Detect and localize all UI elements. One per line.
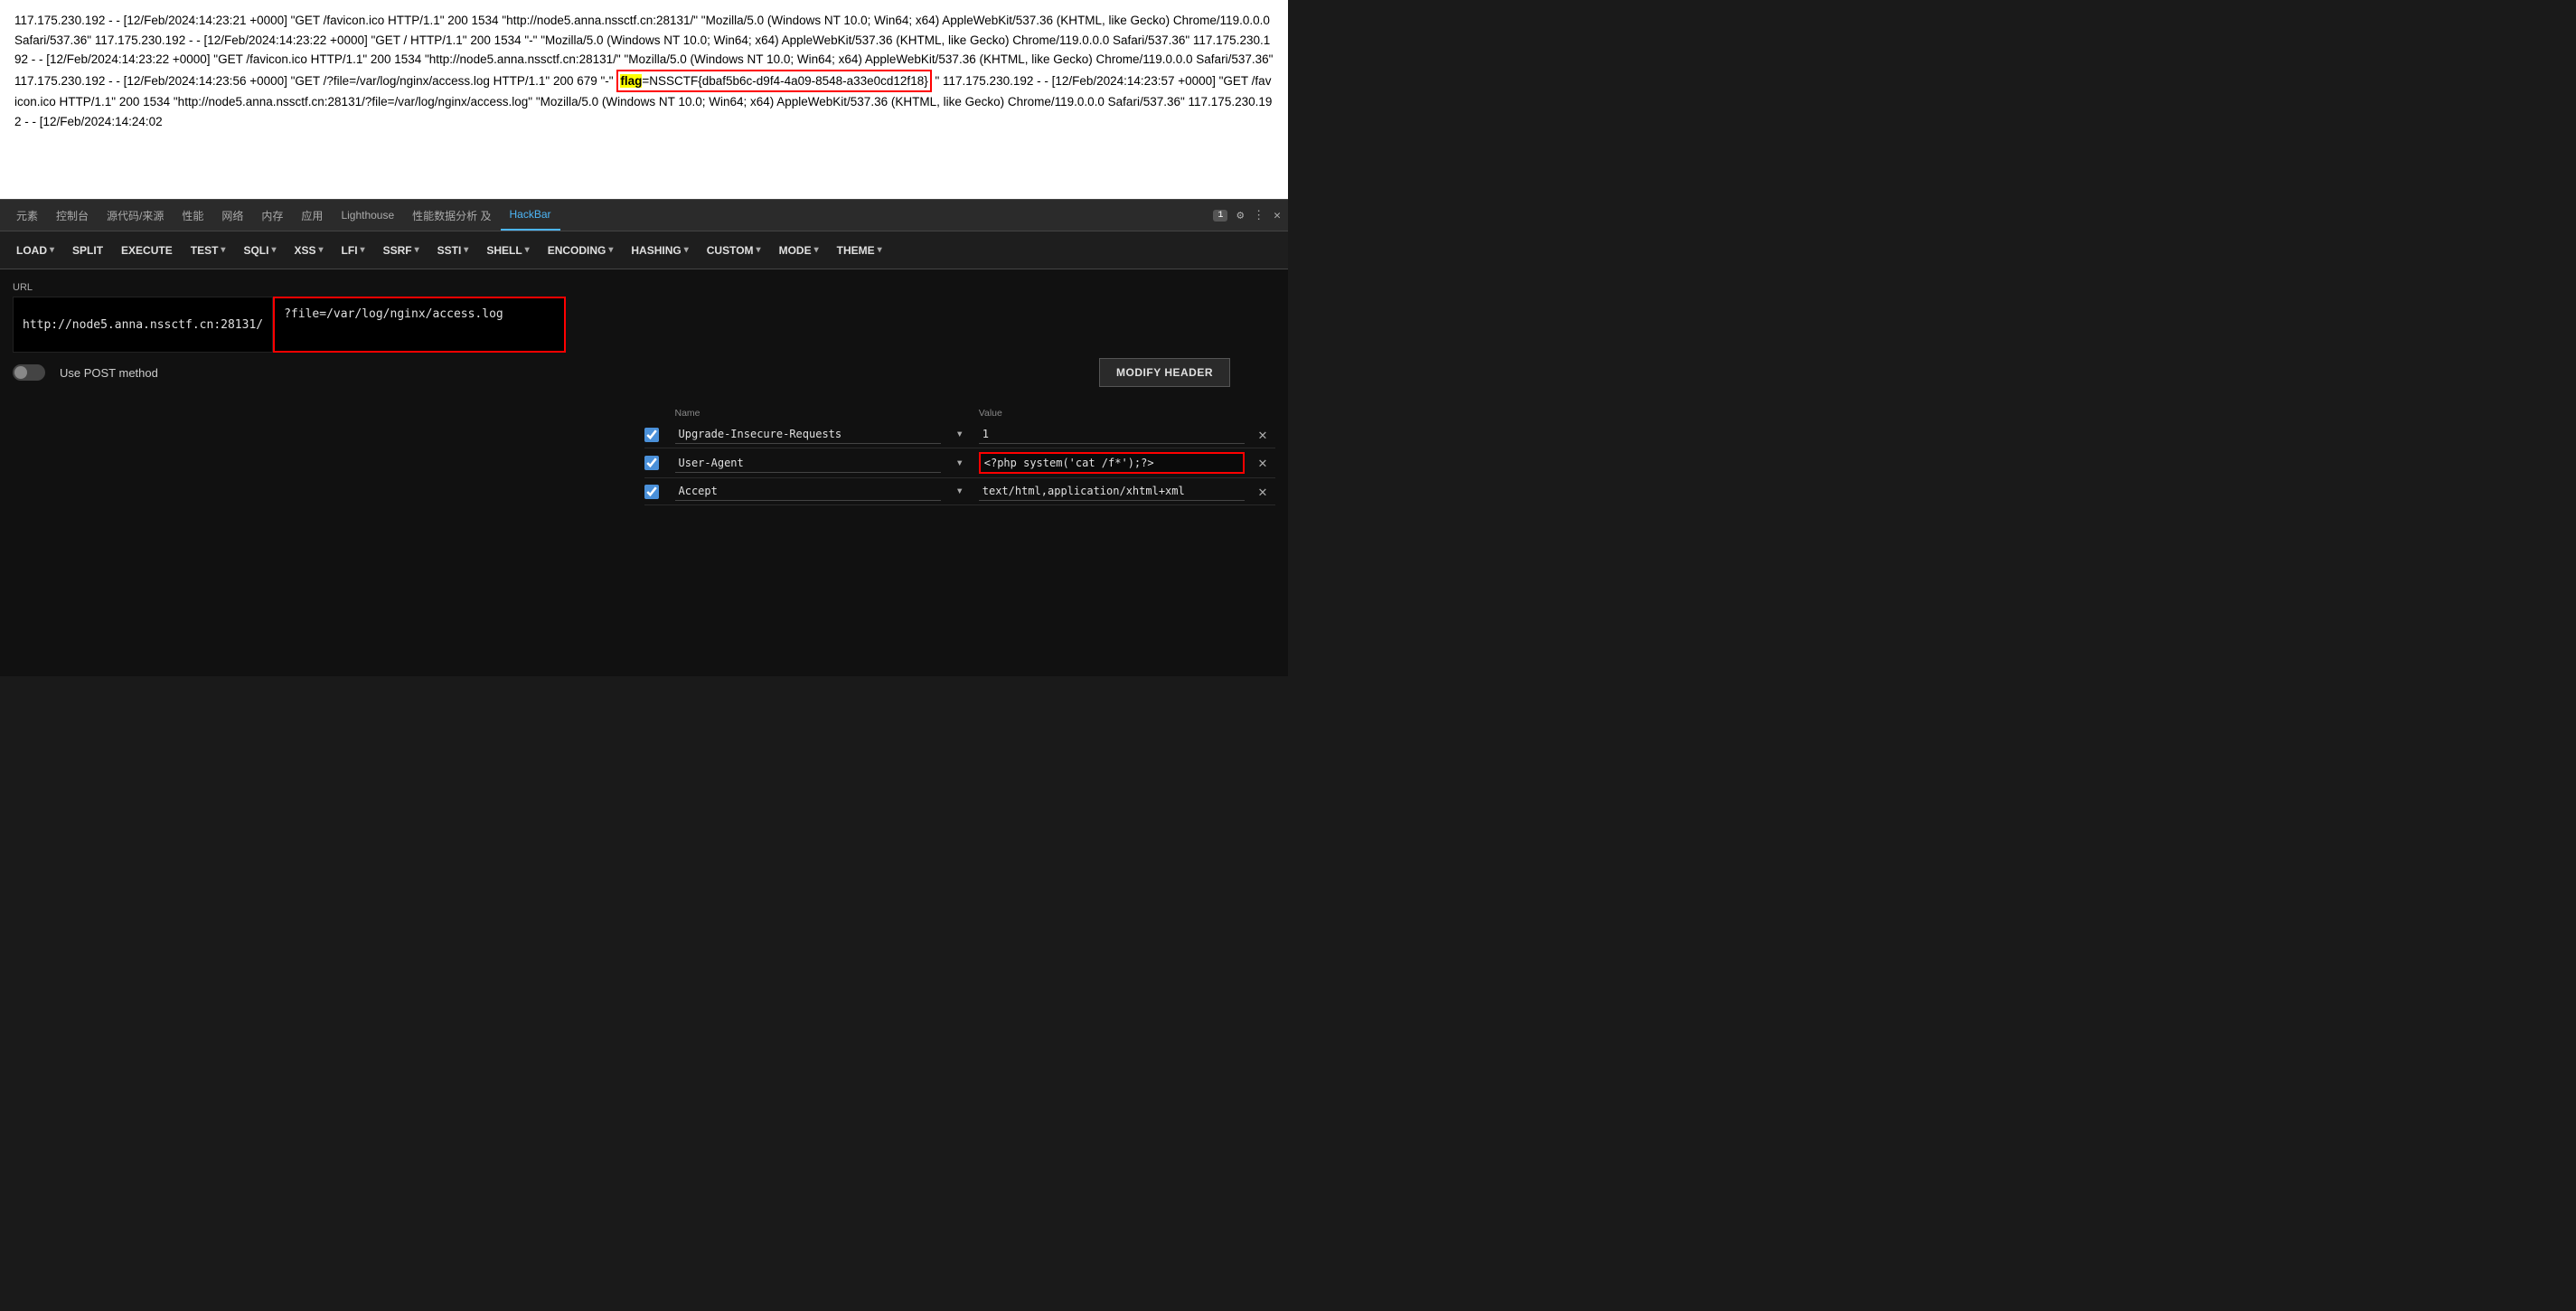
post-method-label: Use POST method	[60, 366, 158, 380]
tab-lighthouse[interactable]: Lighthouse	[332, 200, 403, 231]
dots-icon[interactable]: ⋮	[1253, 209, 1264, 222]
url-prefix: http://node5.anna.nssctf.cn:28131/	[13, 297, 273, 353]
ssti-arrow: ▾	[464, 245, 468, 255]
test-label: TEST	[191, 244, 219, 257]
header-row-3-arrow[interactable]: ▾	[946, 484, 973, 499]
value-column-label: Value	[979, 408, 1245, 419]
tab-elements[interactable]: 元素	[7, 200, 47, 231]
post-method-toggle[interactable]	[13, 364, 45, 381]
header-row-3-name[interactable]	[675, 482, 941, 501]
load-button[interactable]: LOAD ▾	[7, 241, 63, 260]
url-suffix-box: ?file=/var/log/nginx/access.log	[273, 297, 566, 353]
name-column-label: Name	[675, 408, 941, 419]
hackbar-toolbar: LOAD ▾ SPLIT EXECUTE TEST ▾ SQLI ▾ XSS ▾…	[0, 231, 1288, 269]
header-row-1: ▾ ✕	[644, 421, 1276, 448]
header-row-1-value[interactable]	[979, 425, 1245, 444]
ssti-label: SSTI	[437, 244, 462, 257]
sqli-arrow: ▾	[271, 245, 276, 255]
tab-application[interactable]: 应用	[292, 200, 332, 231]
header-labels: Name Value	[644, 405, 1276, 421]
xss-arrow: ▾	[319, 245, 324, 255]
devtools-tabs: 元素 控制台 源代码/来源 性能 网络 内存 应用 Lighthouse 性能数…	[0, 199, 1288, 231]
xss-button[interactable]: XSS ▾	[285, 241, 332, 260]
flag-label: flag	[620, 74, 642, 88]
shell-button[interactable]: SHELL ▾	[477, 241, 538, 260]
lfi-label: LFI	[342, 244, 358, 257]
split-label: SPLIT	[72, 244, 103, 257]
lfi-button[interactable]: LFI ▾	[333, 241, 374, 260]
modify-header-button[interactable]: MODIFY HEADER	[1099, 358, 1230, 387]
header-row-2-close[interactable]: ✕	[1250, 454, 1275, 472]
mode-arrow: ▾	[814, 245, 819, 255]
encoding-arrow: ▾	[608, 245, 613, 255]
xss-label: XSS	[294, 244, 315, 257]
ssrf-button[interactable]: SSRF ▾	[374, 241, 428, 260]
flag-box: flag=NSSCTF{dbaf5b6c-d9f4-4a09-8548-a33e…	[616, 70, 931, 93]
execute-label: EXECUTE	[121, 244, 173, 257]
header-row-2-arrow[interactable]: ▾	[946, 456, 973, 471]
custom-label: CUSTOM	[707, 244, 754, 257]
test-arrow: ▾	[221, 245, 225, 255]
log-text: 117.175.230.192 - - [12/Feb/2024:14:23:2…	[14, 11, 1274, 132]
lfi-arrow: ▾	[361, 245, 365, 255]
close-icon[interactable]: ✕	[1274, 209, 1281, 222]
url-row: http://node5.anna.nssctf.cn:28131/ ?file…	[13, 297, 1275, 353]
ssrf-arrow: ▾	[415, 245, 419, 255]
tab-perf-insights[interactable]: 性能数据分析 及	[403, 200, 500, 231]
header-row-2: ▾ ✕	[644, 448, 1276, 478]
header-row-2-value[interactable]	[979, 452, 1245, 474]
mode-label: MODE	[779, 244, 812, 257]
tab-sources[interactable]: 源代码/来源	[98, 200, 173, 231]
custom-arrow: ▾	[757, 245, 761, 255]
flag-value: =NSSCTF{dbaf5b6c-d9f4-4a09-8548-a33e0cd1…	[642, 74, 927, 88]
sqli-label: SQLI	[243, 244, 268, 257]
encoding-label: ENCODING	[548, 244, 606, 257]
tab-network[interactable]: 网络	[212, 200, 252, 231]
hackbar-content: URL http://node5.anna.nssctf.cn:28131/ ?…	[0, 269, 1288, 676]
hashing-label: HASHING	[631, 244, 681, 257]
header-row-3-close[interactable]: ✕	[1250, 483, 1275, 501]
mode-button[interactable]: MODE ▾	[770, 241, 828, 260]
tab-hackbar[interactable]: HackBar	[501, 200, 560, 231]
ssti-button[interactable]: SSTI ▾	[428, 241, 478, 260]
header-row-2-checkbox[interactable]	[644, 456, 659, 470]
header-row-1-close[interactable]: ✕	[1250, 426, 1275, 444]
headers-section: Name Value ▾ ✕ ▾ ✕ ▾ ✕	[644, 405, 1276, 505]
hashing-button[interactable]: HASHING ▾	[622, 241, 697, 260]
encoding-button[interactable]: ENCODING ▾	[539, 241, 623, 260]
post-method-row: Use POST method MODIFY HEADER	[13, 358, 1275, 387]
header-row-1-checkbox[interactable]	[644, 428, 659, 442]
theme-arrow: ▾	[878, 245, 882, 255]
tab-console[interactable]: 控制台	[47, 200, 98, 231]
test-button[interactable]: TEST ▾	[182, 241, 235, 260]
devtools-right-icons: 1 ⚙ ⋮ ✕	[1213, 209, 1281, 222]
execute-button[interactable]: EXECUTE	[112, 241, 182, 260]
theme-label: THEME	[837, 244, 875, 257]
theme-button[interactable]: THEME ▾	[828, 241, 891, 260]
log-area: 117.175.230.192 - - [12/Feb/2024:14:23:2…	[0, 0, 1288, 199]
sqli-button[interactable]: SQLI ▾	[234, 241, 285, 260]
tab-memory[interactable]: 内存	[252, 200, 292, 231]
header-row-3: ▾ ✕	[644, 478, 1276, 505]
load-label: LOAD	[16, 244, 47, 257]
header-row-3-checkbox[interactable]	[644, 485, 659, 499]
shell-arrow: ▾	[525, 245, 530, 255]
header-row-1-name[interactable]	[675, 425, 941, 444]
gear-icon[interactable]: ⚙	[1236, 209, 1244, 222]
load-arrow: ▾	[50, 245, 54, 255]
url-suffix-input[interactable]: ?file=/var/log/nginx/access.log	[275, 298, 564, 351]
header-row-1-arrow[interactable]: ▾	[946, 427, 973, 442]
url-label: URL	[13, 282, 1275, 293]
shell-label: SHELL	[486, 244, 522, 257]
ssrf-label: SSRF	[383, 244, 412, 257]
hashing-arrow: ▾	[684, 245, 689, 255]
custom-button[interactable]: CUSTOM ▾	[698, 241, 770, 260]
notification-badge: 1	[1213, 210, 1227, 222]
header-row-3-value[interactable]	[979, 482, 1245, 501]
header-row-2-name[interactable]	[675, 454, 941, 473]
tab-performance[interactable]: 性能	[173, 200, 212, 231]
split-button[interactable]: SPLIT	[63, 241, 112, 260]
